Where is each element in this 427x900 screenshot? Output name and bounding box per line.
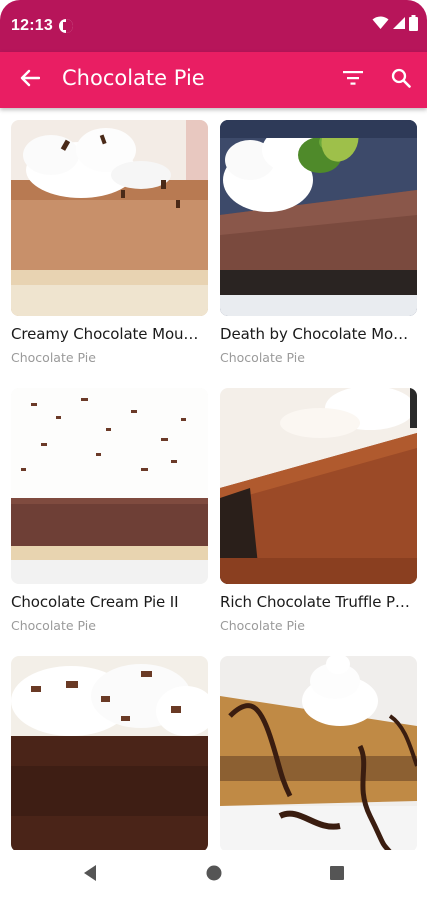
- status-time: 12:13: [11, 17, 53, 34]
- cell-signal-icon: [392, 16, 406, 35]
- search-button[interactable]: [386, 66, 416, 94]
- recipe-image: [220, 656, 417, 850]
- recipe-title: Death by Chocolate Mo…: [220, 325, 409, 343]
- recipe-image: [11, 388, 208, 584]
- recipe-card[interactable]: [11, 656, 208, 850]
- navigation-bar: [0, 850, 427, 900]
- nav-back-icon: [82, 864, 98, 887]
- recipe-card[interactable]: [220, 656, 417, 850]
- nav-recents-button[interactable]: [325, 864, 349, 886]
- back-button[interactable]: [14, 66, 46, 94]
- nav-home-button[interactable]: [202, 864, 226, 886]
- search-icon: [391, 68, 411, 93]
- recipe-title: Chocolate Cream Pie II: [11, 593, 179, 611]
- recipe-category: Chocolate Pie: [220, 618, 305, 633]
- recipe-card[interactable]: Death by Chocolate Mo… Chocolate Pie: [220, 120, 417, 365]
- page-title: Chocolate Pie: [62, 66, 205, 90]
- filter-button[interactable]: [338, 66, 368, 94]
- recipe-card[interactable]: Rich Chocolate Truffle P… Chocolate Pie: [220, 388, 417, 633]
- recipe-grid: Creamy Chocolate Mou… Chocolate Pie Deat…: [0, 108, 427, 850]
- recipe-title: Rich Chocolate Truffle P…: [220, 593, 410, 611]
- arrow-back-icon: [20, 69, 41, 92]
- recipe-image: [11, 120, 208, 316]
- recipe-image: [220, 388, 417, 584]
- nav-back-button[interactable]: [78, 864, 102, 886]
- recipe-category: Chocolate Pie: [11, 350, 96, 365]
- recipe-category: Chocolate Pie: [220, 350, 305, 365]
- nav-home-icon: [206, 865, 222, 886]
- filter-icon: [343, 70, 363, 90]
- battery-icon: [409, 14, 418, 36]
- status-icons: [372, 14, 418, 36]
- app-notification-icon: [58, 18, 74, 34]
- status-bar: 12:13: [0, 0, 427, 52]
- recipe-image: [220, 120, 417, 316]
- recipe-category: Chocolate Pie: [11, 618, 96, 633]
- recipe-image: [11, 656, 208, 850]
- wifi-icon: [372, 16, 389, 35]
- nav-recents-icon: [329, 865, 345, 886]
- recipe-card[interactable]: Chocolate Cream Pie II Chocolate Pie: [11, 388, 208, 633]
- app-bar: Chocolate Pie: [0, 52, 427, 108]
- recipe-card[interactable]: Creamy Chocolate Mou… Chocolate Pie: [11, 120, 208, 365]
- recipe-title: Creamy Chocolate Mou…: [11, 325, 199, 343]
